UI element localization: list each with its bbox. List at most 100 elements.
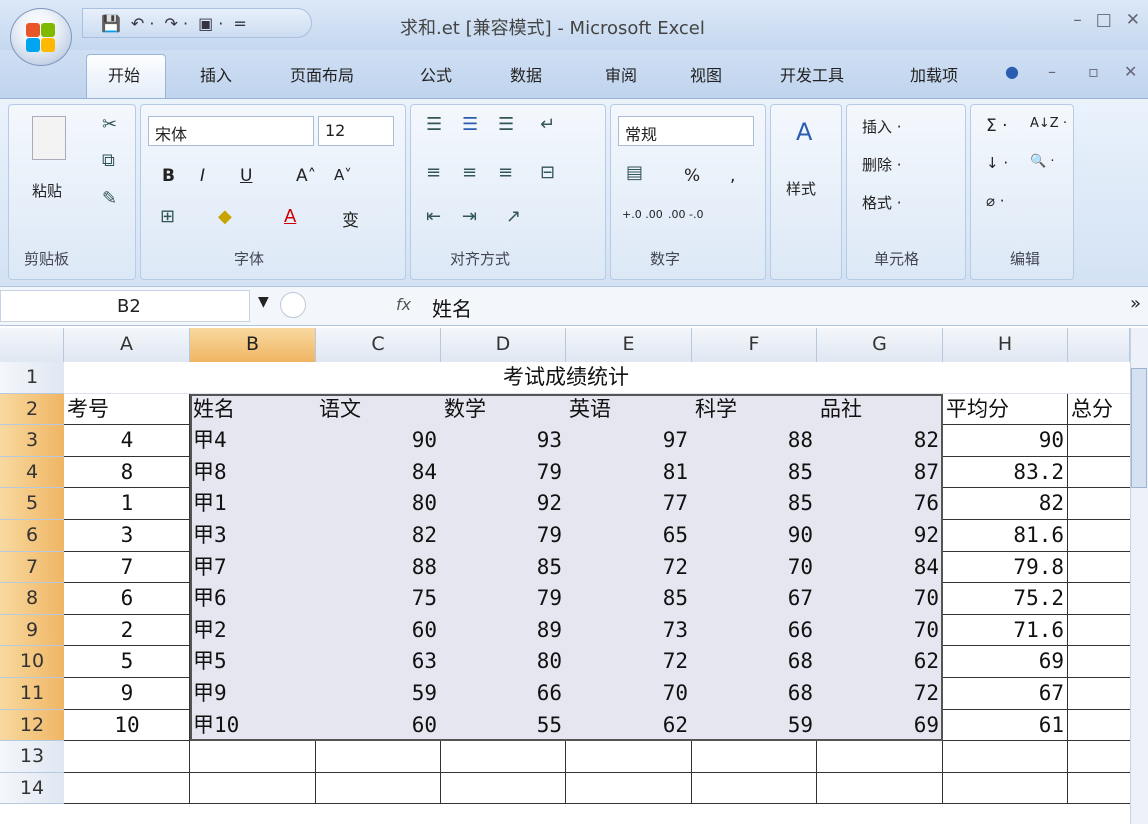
data-cell[interactable]: 2: [64, 615, 190, 647]
align-middle-icon[interactable]: ☰: [462, 114, 478, 135]
decrease-indent-icon[interactable]: ⇤: [426, 206, 441, 227]
increase-indent-icon[interactable]: ⇥: [462, 206, 477, 227]
undo-icon[interactable]: ↶ ·: [131, 14, 155, 33]
data-cell[interactable]: 84: [316, 457, 441, 489]
header-cell[interactable]: 姓名: [190, 394, 316, 426]
sheet-title-cell[interactable]: 考试成绩统计: [64, 362, 1068, 394]
data-cell[interactable]: 89: [441, 615, 566, 647]
data-cell[interactable]: 88: [316, 552, 441, 584]
column-header-d[interactable]: D: [441, 328, 566, 362]
align-left-icon[interactable]: ≡: [426, 162, 441, 183]
data-cell[interactable]: 62: [817, 646, 943, 678]
column-header-g[interactable]: G: [817, 328, 943, 362]
align-top-icon[interactable]: ☰: [426, 114, 442, 135]
autosum-button[interactable]: Σ ·: [986, 116, 1008, 136]
header-cell[interactable]: 考号: [64, 394, 190, 426]
column-header-i[interactable]: [1068, 328, 1130, 362]
office-button[interactable]: [10, 8, 72, 66]
data-cell[interactable]: 82: [817, 425, 943, 457]
row-header-7[interactable]: 7: [0, 551, 64, 584]
data-cell[interactable]: 67: [943, 678, 1068, 710]
data-cell[interactable]: 甲9: [190, 678, 316, 710]
ribbon-close-button[interactable]: ✕: [1124, 62, 1137, 81]
data-cell[interactable]: 85: [692, 457, 817, 489]
insert-cells-button[interactable]: 插入 ·: [862, 116, 902, 137]
data-cell[interactable]: 10: [64, 710, 190, 742]
data-cell[interactable]: 84: [817, 552, 943, 584]
format-painter-icon[interactable]: ✎: [102, 188, 117, 209]
insert-function-icon[interactable]: fx: [396, 295, 411, 314]
decrease-decimal-button[interactable]: .00 -.0: [668, 208, 703, 221]
tab-view[interactable]: 视图: [690, 62, 722, 86]
customize-qat-icon[interactable]: =: [233, 14, 246, 33]
copy-icon[interactable]: ⧉: [102, 150, 115, 171]
data-cell[interactable]: 6: [64, 583, 190, 615]
data-cell[interactable]: 83.2: [943, 457, 1068, 489]
help-icon[interactable]: ●: [1005, 62, 1019, 81]
comma-button[interactable]: ,: [730, 166, 735, 186]
orientation-icon[interactable]: ↗: [506, 206, 521, 227]
data-cell[interactable]: 79: [441, 457, 566, 489]
row-header-4[interactable]: 4: [0, 456, 64, 489]
data-cell[interactable]: 68: [692, 678, 817, 710]
data-cell[interactable]: 70: [817, 583, 943, 615]
data-cell[interactable]: 75.2: [943, 583, 1068, 615]
namebox-dropdown-icon[interactable]: ▼: [258, 294, 269, 310]
data-cell[interactable]: 92: [441, 488, 566, 520]
row-header-10[interactable]: 10: [0, 646, 64, 678]
sort-filter-button[interactable]: A↓Z ·: [1030, 116, 1067, 131]
maximize-button[interactable]: □: [1096, 10, 1112, 30]
header-cell[interactable]: 数学: [441, 394, 566, 426]
header-cell[interactable]: 平均分: [943, 394, 1068, 426]
cut-icon[interactable]: ✂: [102, 114, 117, 135]
tab-home[interactable]: 开始: [108, 62, 140, 86]
grow-font-button[interactable]: A˄: [296, 166, 316, 186]
data-cell[interactable]: 77: [566, 488, 692, 520]
data-cell[interactable]: 甲1: [190, 488, 316, 520]
currency-icon[interactable]: ▤: [626, 162, 643, 183]
data-cell[interactable]: 甲6: [190, 583, 316, 615]
find-select-button[interactable]: 🔍 ·: [1030, 154, 1054, 169]
row-header-3[interactable]: 3: [0, 425, 64, 457]
data-cell[interactable]: 1: [64, 488, 190, 520]
data-cell[interactable]: 59: [692, 710, 817, 742]
row-header-8[interactable]: 8: [0, 583, 64, 615]
data-cell[interactable]: 82: [316, 520, 441, 552]
data-cell[interactable]: 60: [316, 615, 441, 647]
close-button[interactable]: ✕: [1126, 10, 1140, 30]
data-cell[interactable]: 59: [316, 678, 441, 710]
tab-page-layout[interactable]: 页面布局: [290, 62, 354, 86]
row-header-14[interactable]: 14: [0, 772, 64, 805]
delete-cells-button[interactable]: 删除 ·: [862, 154, 902, 175]
data-cell[interactable]: 甲3: [190, 520, 316, 552]
merge-center-icon[interactable]: ⊟: [540, 162, 555, 183]
data-cell[interactable]: 66: [692, 615, 817, 647]
data-cell[interactable]: 甲2: [190, 615, 316, 647]
increase-decimal-button[interactable]: +.0 .00: [622, 208, 663, 221]
data-cell[interactable]: 88: [692, 425, 817, 457]
data-cell[interactable]: 97: [566, 425, 692, 457]
data-cell[interactable]: 79: [441, 520, 566, 552]
font-name-combo[interactable]: 宋体: [148, 116, 314, 146]
data-cell[interactable]: 4: [64, 425, 190, 457]
bold-button[interactable]: B: [162, 166, 175, 186]
data-cell[interactable]: 73: [566, 615, 692, 647]
data-cell[interactable]: 82: [943, 488, 1068, 520]
vertical-scrollbar[interactable]: [1130, 328, 1148, 824]
ribbon-restore-button[interactable]: ▫: [1088, 62, 1099, 81]
row-header-6[interactable]: 6: [0, 520, 64, 552]
header-cell[interactable]: 科学: [692, 394, 817, 426]
data-cell[interactable]: 55: [441, 710, 566, 742]
column-header-f[interactable]: F: [692, 328, 817, 362]
data-cell[interactable]: 85: [441, 552, 566, 584]
data-cell[interactable]: 5: [64, 646, 190, 678]
align-center-icon[interactable]: ≡: [462, 162, 477, 183]
row-header-1[interactable]: 1: [0, 362, 64, 394]
row-header-9[interactable]: 9: [0, 614, 64, 647]
data-cell[interactable]: 72: [566, 646, 692, 678]
column-header-a[interactable]: A: [64, 328, 190, 362]
data-cell[interactable]: 甲5: [190, 646, 316, 678]
data-cell[interactable]: 87: [817, 457, 943, 489]
data-cell[interactable]: 72: [566, 552, 692, 584]
paste-button[interactable]: 粘贴: [32, 180, 62, 201]
